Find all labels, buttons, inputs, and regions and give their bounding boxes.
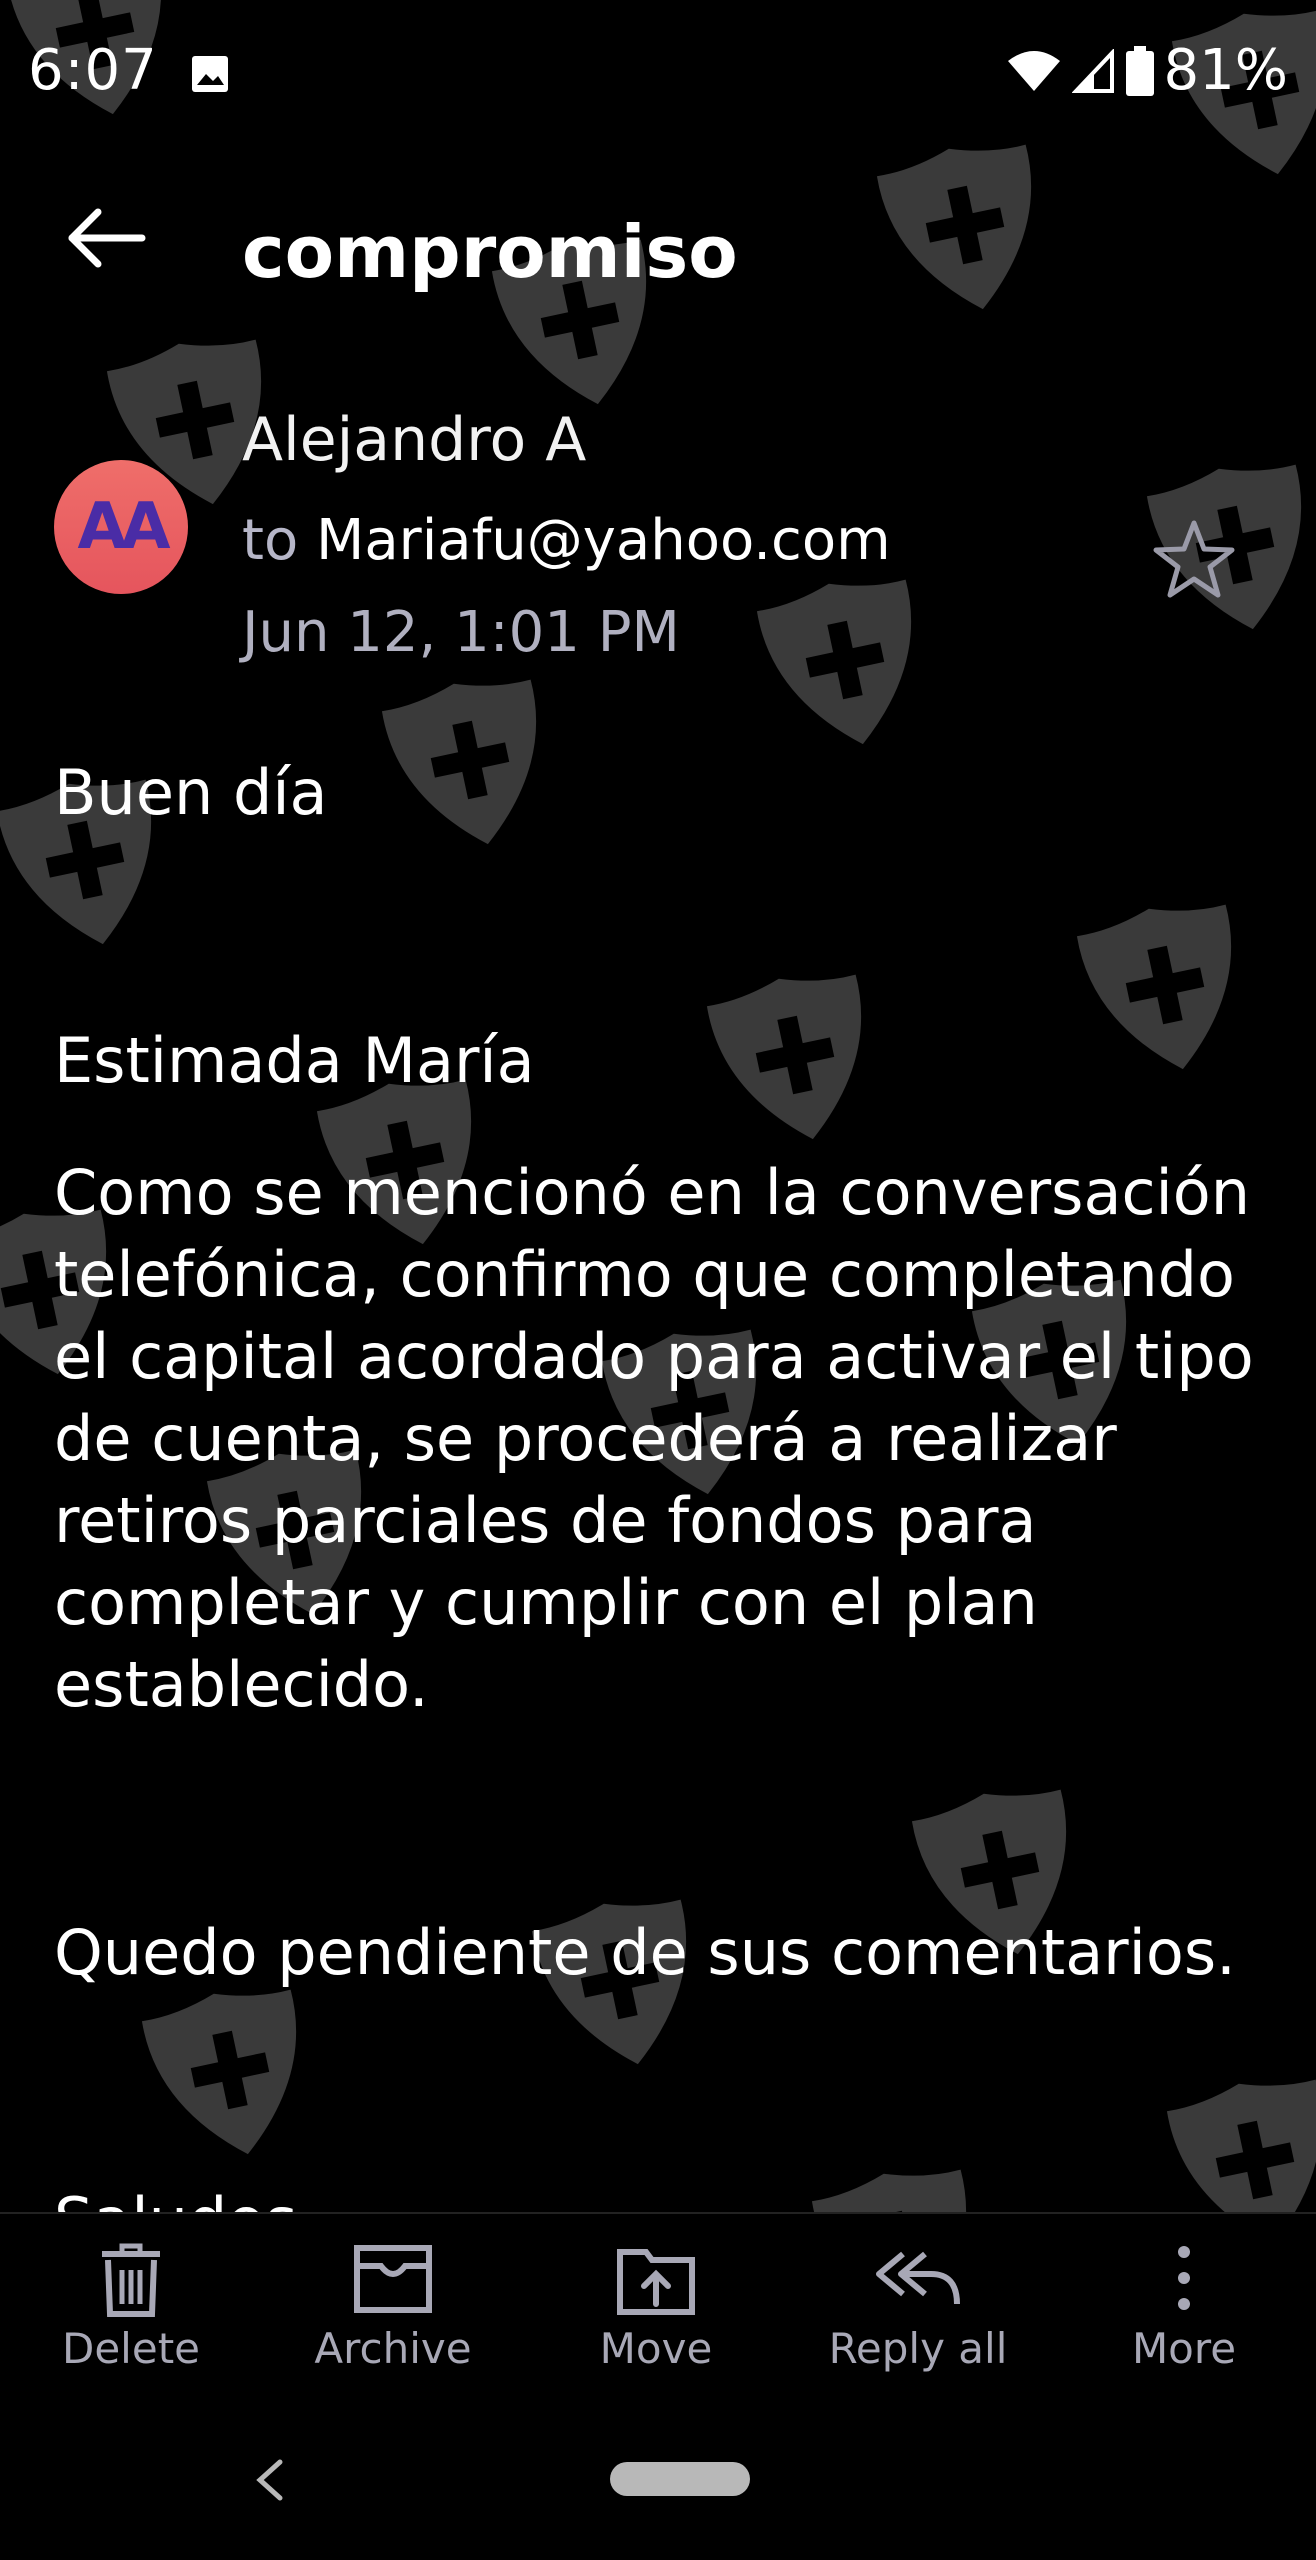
home-pill[interactable] (610, 2462, 750, 2496)
move-icon (617, 2249, 695, 2315)
back-arrow-icon[interactable] (60, 200, 150, 290)
avatar[interactable]: AA (54, 460, 188, 594)
image-icon (192, 56, 228, 92)
reply-all-button[interactable]: Reply all (818, 2214, 1018, 2400)
battery-percentage: 81% (1163, 38, 1288, 103)
action-toolbar: Delete Archive Move Reply all More (0, 2212, 1316, 2402)
nav-back-icon[interactable] (250, 2456, 290, 2504)
more-button[interactable]: More (1084, 2214, 1284, 2400)
more-vert-icon (1178, 2246, 1190, 2310)
star-icon[interactable] (1150, 515, 1238, 603)
status-time: 6:07 (28, 38, 158, 103)
body-greeting: Buen día (54, 756, 328, 829)
body-salutation: Estimada María (54, 1024, 535, 1097)
move-label: Move (599, 2324, 713, 2373)
move-button[interactable]: Move (556, 2214, 756, 2400)
reply-all-icon (876, 2251, 960, 2305)
recipient-line[interactable]: to Mariafu@yahoo.com (242, 508, 891, 573)
email-subject: compromiso (242, 210, 738, 294)
battery-icon (1125, 45, 1154, 96)
more-label: More (1131, 2324, 1237, 2373)
archive-label: Archive (314, 2324, 472, 2373)
delete-button[interactable]: Delete (31, 2214, 231, 2400)
to-label: to (242, 508, 299, 573)
recipient-address: Mariafu@yahoo.com (316, 508, 891, 573)
delete-label: Delete (62, 2324, 200, 2373)
body-paragraph: Como se mencionó en la conversación tele… (54, 1156, 1254, 1721)
archive-icon (354, 2245, 432, 2313)
cell-signal-icon (1071, 48, 1114, 93)
reply-all-label: Reply all (828, 2324, 1008, 2373)
wifi-icon (1007, 50, 1060, 91)
sender-name[interactable]: Alejandro A (242, 405, 586, 475)
body-closing: Quedo pendiente de sus comentarios. (54, 1916, 1236, 1989)
status-indicators: 81% (1006, 38, 1288, 103)
archive-button[interactable]: Archive (293, 2214, 493, 2400)
body-signoff: Saludos (54, 2180, 1274, 2212)
trash-icon (102, 2243, 160, 2317)
message-date: Jun 12, 1:01 PM (242, 600, 680, 665)
system-nav-bar (0, 2400, 1316, 2560)
